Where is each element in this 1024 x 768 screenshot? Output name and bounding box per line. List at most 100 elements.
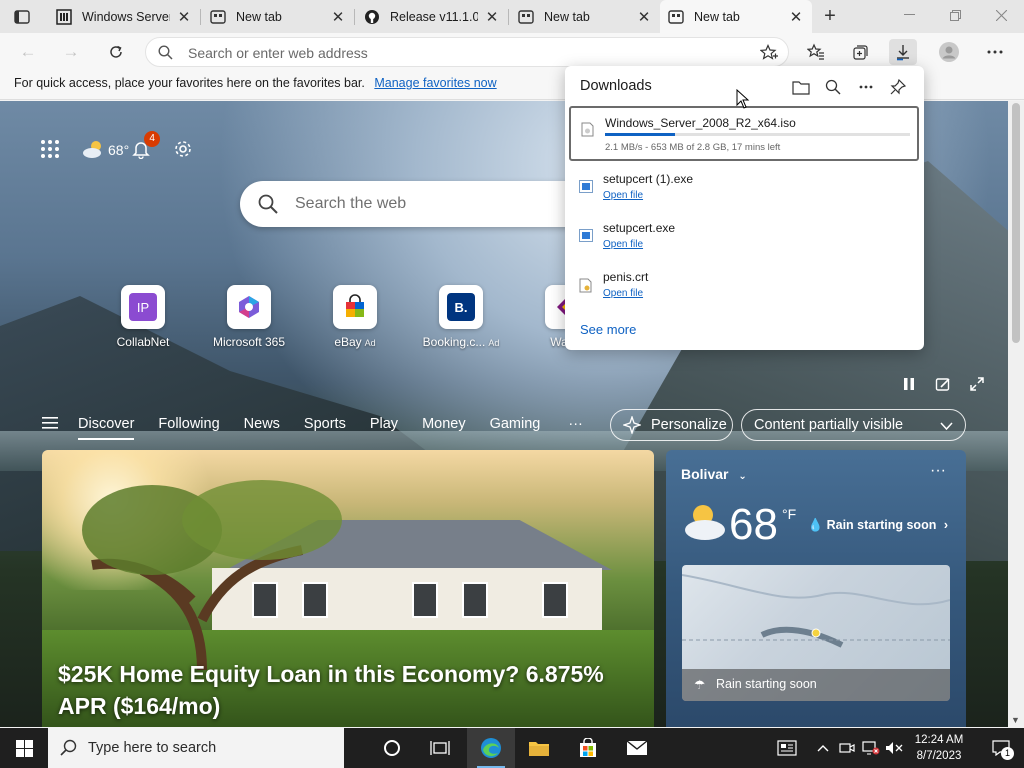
collections-icon[interactable] <box>846 39 874 65</box>
more-options-icon[interactable] <box>855 76 877 98</box>
tab-windows-server[interactable]: Windows Server ✕ <box>48 0 200 33</box>
feed-tab-money[interactable]: Money <box>422 416 466 434</box>
volume-muted-icon[interactable] <box>883 728 905 768</box>
ebay-bag-icon <box>333 285 377 329</box>
news-and-interests-icon[interactable] <box>772 728 802 768</box>
action-center-icon[interactable]: 1 <box>978 728 1024 768</box>
weather-card[interactable]: Bolivar ⌄ ··· 68 °F 💧 Rain starting soon… <box>666 450 966 727</box>
meet-now-icon[interactable] <box>836 728 858 768</box>
tab-new-tab-2[interactable]: New tab ✕ <box>510 0 660 33</box>
downloads-icon[interactable] <box>889 39 917 65</box>
close-tab-icon[interactable]: ✕ <box>636 8 652 26</box>
close-window-icon[interactable] <box>978 0 1024 30</box>
refresh-icon[interactable] <box>103 39 129 65</box>
page-scrollbar[interactable]: ▼ <box>1008 101 1024 727</box>
content-visibility-dropdown[interactable]: Content partially visible <box>741 409 966 441</box>
close-tab-icon[interactable]: ✕ <box>484 8 500 26</box>
search-downloads-icon[interactable] <box>822 76 844 98</box>
weather-unit: °F <box>782 506 797 522</box>
map-caption-strip: ☂ Rain starting soon <box>682 669 950 701</box>
taskbar-search-box[interactable]: Type here to search <box>48 728 344 768</box>
open-folder-icon[interactable] <box>790 76 812 98</box>
see-more-link[interactable]: See more <box>580 322 636 337</box>
scrollbar-thumb[interactable] <box>1012 103 1020 343</box>
quick-link-microsoft-365[interactable]: Microsoft 365 <box>196 285 302 349</box>
pin-icon[interactable] <box>887 76 909 98</box>
chevron-right-icon: › <box>943 518 948 532</box>
rain-forecast-link[interactable]: 💧 Rain starting soon › <box>808 518 948 533</box>
edit-background-icon[interactable] <box>932 373 954 395</box>
new-tab-plus-icon[interactable]: + <box>819 4 841 28</box>
download-item-iso[interactable]: Windows_Server_2008_R2_x64.iso 2.1 MB/s … <box>569 106 919 161</box>
hero-article-card[interactable]: $25K Home Equity Loan in this Economy? 6… <box>42 450 654 727</box>
fullscreen-expand-icon[interactable] <box>966 373 988 395</box>
feed-more-button[interactable]: ··· <box>568 416 583 434</box>
manage-favorites-link[interactable]: Manage favorites now <box>374 76 496 90</box>
personalize-sparkle-icon <box>623 416 641 434</box>
forward-arrow-icon[interactable]: → <box>58 39 84 65</box>
quick-link-ebay[interactable]: eBay Ad <box>302 285 408 349</box>
system-clock[interactable]: 12:24 AM 8/7/2023 <box>904 732 974 764</box>
close-tab-icon[interactable]: ✕ <box>176 8 192 26</box>
download-item-setupcert-1[interactable]: setupcert (1).exe Open file <box>569 166 919 210</box>
edge-browser-icon[interactable] <box>467 728 515 768</box>
close-tab-icon[interactable]: ✕ <box>788 8 804 26</box>
cortana-icon[interactable] <box>368 728 416 768</box>
weather-temperature: 68 <box>729 500 778 549</box>
feed-tab-sports[interactable]: Sports <box>304 416 346 434</box>
open-file-link[interactable]: Open file <box>603 288 643 299</box>
profile-avatar-icon[interactable] <box>935 39 963 65</box>
notifications-bell-icon[interactable]: 4 <box>131 130 161 162</box>
back-arrow-icon[interactable]: ← <box>15 39 41 65</box>
hamburger-menu-icon[interactable] <box>42 417 58 433</box>
add-favorite-star-icon[interactable] <box>759 44 778 67</box>
page-settings-gear-icon[interactable] <box>173 139 193 162</box>
open-file-link[interactable]: Open file <box>603 239 643 250</box>
scroll-down-arrow-icon[interactable]: ▼ <box>1011 715 1020 725</box>
action-center-count-badge: 1 <box>1001 747 1014 760</box>
tab-divider <box>508 9 509 25</box>
feed-tab-following[interactable]: Following <box>158 416 219 434</box>
address-input[interactable] <box>188 43 728 63</box>
tab-divider <box>354 9 355 25</box>
address-bar[interactable] <box>145 37 789 67</box>
task-view-icon[interactable] <box>416 728 464 768</box>
mail-icon[interactable] <box>613 728 661 768</box>
hero-tree-image <box>82 480 342 670</box>
download-progress-fill <box>605 133 676 136</box>
edge-newtab-favicon <box>668 9 684 25</box>
feed-tab-gaming[interactable]: Gaming <box>490 416 541 434</box>
microsoft-store-icon[interactable] <box>564 728 612 768</box>
quick-link-booking[interactable]: B. Booking.c... Ad <box>408 285 514 349</box>
network-disconnected-icon[interactable] <box>860 728 882 768</box>
weather-location[interactable]: Bolivar ⌄ <box>681 466 747 482</box>
personalize-button[interactable]: Personalize <box>610 409 733 441</box>
tab-new-tab-1[interactable]: New tab ✕ <box>202 0 354 33</box>
favorites-icon[interactable] <box>802 39 830 65</box>
feed-tab-discover[interactable]: Discover <box>78 416 135 440</box>
content-visibility-label: Content partially visible <box>754 417 904 433</box>
weather-radar-map[interactable]: ☂ Rain starting soon <box>682 565 950 701</box>
show-hidden-icons-chevron-icon[interactable] <box>812 728 834 768</box>
restore-icon[interactable] <box>932 0 978 30</box>
apps-launcher-icon[interactable] <box>40 139 60 162</box>
open-file-link[interactable]: Open file <box>603 190 643 201</box>
weather-more-icon[interactable]: ··· <box>930 462 946 480</box>
quick-links: IP CollabNet Microsoft 365 eBay Ad B. Boo… <box>90 285 620 349</box>
pause-background-icon[interactable] <box>898 373 920 395</box>
settings-more-icon[interactable] <box>981 39 1009 65</box>
feed-tab-play[interactable]: Play <box>370 416 398 434</box>
download-item-setupcert[interactable]: setupcert.exe Open file <box>569 215 919 259</box>
file-explorer-icon[interactable] <box>515 728 563 768</box>
tab-release[interactable]: Release v11.1.0 ✕ <box>356 0 508 33</box>
search-icon <box>60 739 78 761</box>
quick-link-collabnet[interactable]: IP CollabNet <box>90 285 196 349</box>
close-tab-icon[interactable]: ✕ <box>330 8 346 26</box>
minimize-icon[interactable] <box>886 0 932 30</box>
feed-tab-news[interactable]: News <box>244 416 280 434</box>
download-item-crt[interactable]: penis.crt Open file <box>569 264 919 308</box>
windows-start-icon[interactable] <box>0 728 48 768</box>
tab-new-tab-active[interactable]: New tab ✕ <box>660 0 812 33</box>
weather-widget[interactable]: 68° <box>82 139 129 162</box>
tab-actions-icon[interactable] <box>10 6 34 28</box>
